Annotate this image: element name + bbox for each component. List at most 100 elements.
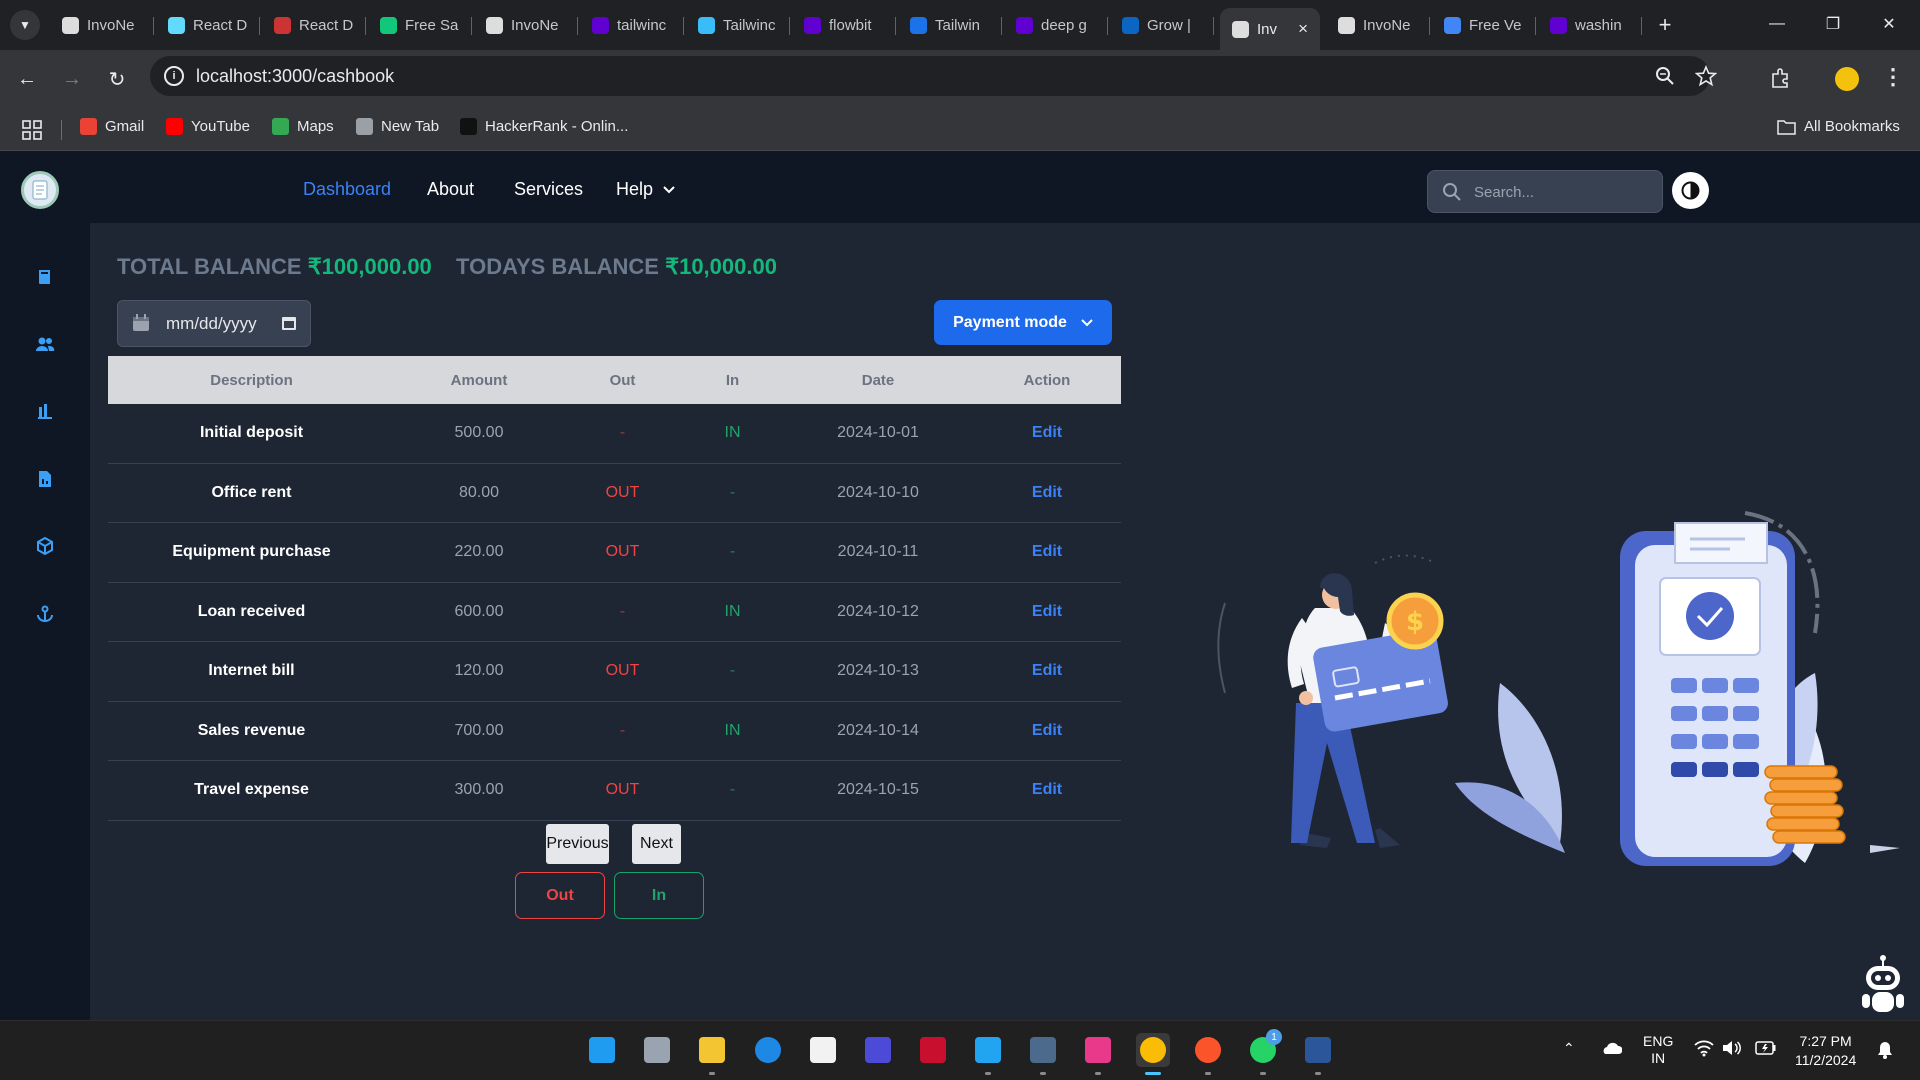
edit-link[interactable]: Edit	[973, 781, 1121, 799]
tab-search-button[interactable]: ▼	[10, 10, 40, 40]
tab-separator	[577, 17, 578, 35]
tab-separator	[1213, 17, 1214, 35]
show-hidden-icons-button[interactable]: ⌃	[1563, 1040, 1575, 1057]
edit-link[interactable]: Edit	[973, 424, 1121, 442]
cash-out-button[interactable]: Out	[515, 872, 605, 919]
edit-link[interactable]: Edit	[973, 662, 1121, 680]
browser-tab[interactable]: deep g	[1004, 8, 1108, 42]
nav-help[interactable]: Help	[616, 179, 675, 200]
invonest-icon	[62, 16, 79, 34]
mysql-workbench-icon[interactable]	[1026, 1033, 1060, 1075]
bookmark-item[interactable]: New Tab	[356, 118, 439, 135]
browser-tab[interactable]: Grow |	[1110, 8, 1214, 42]
chrome-icon[interactable]	[1136, 1033, 1170, 1075]
app-icon[interactable]	[861, 1033, 895, 1067]
cash-in-button[interactable]: In	[614, 872, 704, 919]
whatsapp-icon[interactable]: 1	[1246, 1029, 1282, 1075]
cube-icon[interactable]	[33, 534, 57, 558]
browser-tab[interactable]: Tailwinc	[686, 8, 790, 42]
date-filter-input[interactable]: mm/dd/yyyy	[117, 300, 311, 347]
browser-tab[interactable]: washin	[1538, 8, 1642, 42]
invoice-icon[interactable]	[33, 467, 57, 491]
file-explorer-icon[interactable]	[695, 1033, 729, 1075]
battery-icon[interactable]	[1755, 1041, 1777, 1055]
extensions-icon[interactable]	[1770, 67, 1792, 89]
edit-link[interactable]: Edit	[973, 484, 1121, 502]
bookmark-item[interactable]: Gmail	[80, 118, 144, 135]
browser-tab[interactable]: Free Ve	[1432, 8, 1536, 42]
yahoo-icon	[1550, 16, 1567, 34]
app-logo[interactable]	[21, 171, 59, 209]
cell-amount: 80.00	[458, 483, 500, 501]
tab-separator	[1001, 17, 1002, 35]
browser-tab[interactable]: Tailwin	[898, 8, 1002, 42]
browser-tab[interactable]: tailwinc	[580, 8, 684, 42]
edit-link[interactable]: Edit	[973, 543, 1121, 561]
edit-link[interactable]: Edit	[973, 722, 1121, 740]
clock[interactable]: 7:27 PM 11/2/2024	[1795, 1032, 1856, 1070]
bookmark-label: New Tab	[381, 118, 440, 135]
browser-tab[interactable]: InvoNe	[1326, 8, 1430, 42]
nav-services[interactable]: Services	[514, 179, 583, 200]
anchor-icon[interactable]	[33, 602, 57, 626]
browser-tab[interactable]: Inv ×	[1220, 8, 1320, 50]
nav-dashboard[interactable]: Dashboard	[303, 179, 391, 200]
edit-link[interactable]: Edit	[973, 603, 1121, 621]
store-icon[interactable]	[806, 1033, 840, 1067]
intellij-icon[interactable]	[1081, 1033, 1115, 1075]
word-icon[interactable]	[1301, 1033, 1335, 1075]
browser-tab[interactable]: React D	[262, 8, 366, 42]
close-window-button[interactable]: ✕	[1869, 8, 1909, 40]
bookmark-label: YouTube	[191, 118, 250, 135]
new-tab-button[interactable]: +	[1645, 8, 1685, 42]
minimize-button[interactable]: —	[1757, 8, 1797, 40]
windows-start-icon[interactable]	[585, 1033, 619, 1067]
all-bookmarks-button[interactable]: All Bookmarks	[1777, 118, 1900, 135]
payment-mode-dropdown[interactable]: Payment mode	[934, 300, 1112, 345]
bar-chart-icon[interactable]	[33, 399, 57, 423]
close-tab-icon[interactable]: ×	[1298, 19, 1308, 39]
users-icon[interactable]	[33, 332, 57, 356]
back-button[interactable]: ←	[12, 64, 42, 94]
browser-tab[interactable]: InvoNe	[474, 8, 578, 42]
apps-grid-icon[interactable]	[22, 120, 42, 140]
onedrive-icon[interactable]	[1600, 1041, 1622, 1055]
browser-tab[interactable]: Free Sa	[368, 8, 472, 42]
bookmark-item[interactable]: Maps	[272, 118, 334, 135]
wifi-icon[interactable]	[1694, 1039, 1714, 1057]
previous-page-button[interactable]: Previous	[546, 824, 609, 864]
task-view-icon[interactable]	[640, 1033, 674, 1067]
restore-button[interactable]: ❐	[1813, 8, 1853, 40]
brave-icon[interactable]	[1191, 1033, 1225, 1075]
search-box[interactable]: Search...	[1427, 170, 1663, 213]
next-page-button[interactable]: Next	[632, 824, 681, 864]
omnibox[interactable]: i localhost:3000/cashbook	[150, 56, 1717, 96]
site-info-icon[interactable]: i	[164, 66, 184, 86]
browser-tab[interactable]: InvoNe	[50, 8, 154, 42]
zoom-icon[interactable]	[1655, 66, 1675, 86]
bookmark-item[interactable]: HackerRank - Onlin...	[460, 118, 628, 135]
chrome-menu-icon[interactable]: ⋮	[1882, 64, 1904, 90]
theme-toggle[interactable]	[1672, 172, 1709, 209]
mcafee-icon[interactable]	[916, 1033, 950, 1067]
url-text[interactable]: localhost:3000/cashbook	[196, 66, 394, 87]
reload-button[interactable]: ↻	[102, 64, 132, 94]
profile-avatar[interactable]	[1835, 67, 1859, 91]
browser-tab[interactable]: React D	[156, 8, 260, 42]
search-input[interactable]: Search...	[1474, 184, 1534, 201]
volume-icon[interactable]	[1722, 1039, 1742, 1057]
bookmark-star-icon[interactable]	[1695, 65, 1717, 87]
book-icon[interactable]	[33, 265, 57, 289]
date-picker-icon[interactable]	[282, 316, 296, 330]
bookmark-item[interactable]: YouTube	[166, 118, 250, 135]
edge-icon[interactable]	[751, 1033, 785, 1067]
forward-button[interactable]: →	[57, 64, 87, 94]
chatbot-icon[interactable]	[1860, 954, 1906, 1014]
language-indicator[interactable]: ENG IN	[1643, 1033, 1673, 1067]
notification-bell-icon[interactable]	[1877, 1041, 1893, 1059]
browser-tab[interactable]: flowbit	[792, 8, 896, 42]
cell-in: IN	[724, 424, 741, 442]
chevron-down-icon	[663, 185, 675, 193]
vscode-icon[interactable]	[971, 1033, 1005, 1075]
nav-about[interactable]: About	[427, 179, 474, 200]
